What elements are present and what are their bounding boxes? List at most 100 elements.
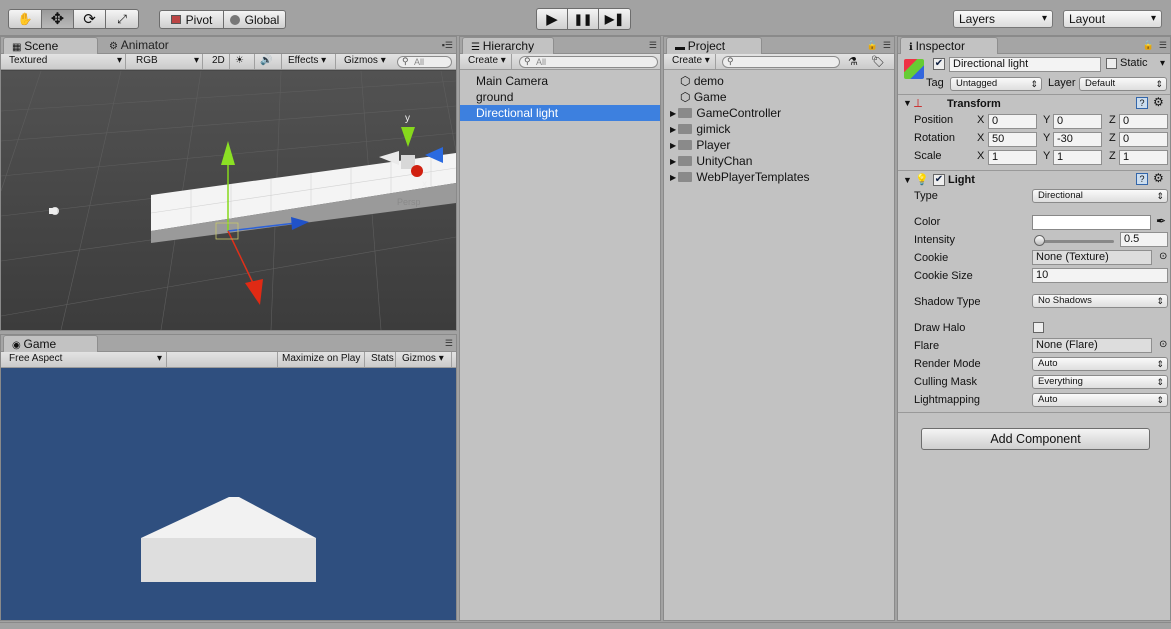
expand-arrow-icon[interactable]: ▶ [670, 141, 678, 150]
transform-z-field[interactable]: 0 [1119, 132, 1168, 147]
project-folder-item[interactable]: ▶ WebPlayerTemplates [670, 169, 810, 185]
cookie-label: Cookie [914, 252, 949, 264]
global-button[interactable]: Global [223, 10, 286, 29]
tab-game[interactable]: ◉ Game [3, 335, 98, 352]
tag-dropdown[interactable]: Untagged [950, 77, 1042, 91]
global-label: Global [244, 12, 280, 27]
render-mode-dropdown[interactable]: Auto [1032, 357, 1168, 371]
light-enabled-checkbox[interactable]: ✔ [933, 174, 945, 186]
hierarchy-create-dropdown[interactable]: Create ▾ [464, 54, 512, 69]
layer-dropdown[interactable]: Default [1079, 77, 1167, 91]
transform-x-field[interactable]: 1 [988, 150, 1037, 165]
intensity-slider-track[interactable] [1034, 240, 1114, 243]
object-picker-icon[interactable]: ⊙ [1159, 251, 1167, 262]
play-button[interactable]: ▶ [536, 8, 568, 30]
lock-icon[interactable]: 🔒 [867, 40, 878, 51]
project-folder-item[interactable]: ▶ GameController [670, 105, 781, 121]
color-swatch[interactable] [1032, 215, 1151, 230]
static-dropdown-arrow-icon[interactable]: ▾ [1160, 58, 1165, 69]
hierarchy-item[interactable]: Directional light [460, 105, 660, 121]
help-icon[interactable]: ? [1136, 173, 1148, 185]
project-scene-item[interactable]: ⬡ demo [680, 73, 724, 89]
tab-animator[interactable]: ⚙ Animator [101, 37, 177, 54]
panel-menu-icon[interactable]: ☰ [649, 40, 657, 51]
type-dropdown[interactable]: Directional [1032, 189, 1168, 203]
hand-tool-button[interactable]: ✋ [8, 9, 42, 29]
cookie-size-field[interactable]: 10 [1032, 268, 1168, 283]
intensity-slider-thumb[interactable] [1033, 235, 1045, 246]
panel-menu-icon[interactable]: ☰ [445, 338, 453, 349]
lock-icon[interactable]: 🔒 [1143, 40, 1154, 51]
object-picker-icon[interactable]: ⊙ [1159, 339, 1167, 350]
project-folder-item[interactable]: ▶ gimick [670, 121, 730, 137]
flare-field[interactable]: None (Flare) [1032, 338, 1152, 353]
layers-dropdown[interactable]: Layers [953, 10, 1053, 28]
hierarchy-item[interactable]: ground [460, 89, 660, 105]
panel-menu-icon[interactable]: ☰ [883, 40, 891, 51]
lighting-toggle[interactable]: ☀ [231, 54, 255, 69]
layout-dropdown[interactable]: Layout [1063, 10, 1162, 28]
maximize-on-play-toggle[interactable]: Maximize on Play [277, 352, 365, 367]
expand-arrow-icon[interactable]: ▶ [670, 125, 678, 134]
project-create-dropdown[interactable]: Create ▾ [668, 54, 716, 69]
move-tool-button[interactable]: ✥ [41, 9, 74, 29]
game-gizmos-dropdown[interactable]: Gizmos ▾ [398, 352, 452, 367]
step-button[interactable]: ▶❚ [598, 8, 631, 30]
tab-hierarchy[interactable]: ☰ Hierarchy [462, 37, 554, 54]
foldout-arrow-icon[interactable]: ▼ [903, 175, 912, 185]
expand-arrow-icon[interactable]: ▶ [670, 157, 678, 166]
hierarchy-item[interactable]: Main Camera [460, 73, 660, 89]
lightmapping-dropdown[interactable]: Auto [1032, 393, 1168, 407]
active-checkbox[interactable]: ✔ [933, 58, 945, 70]
project-folder-item[interactable]: ▶ Player [670, 137, 730, 153]
render-mode-dropdown[interactable]: RGB ▾ [132, 54, 203, 69]
eyedropper-icon[interactable]: ✒ [1156, 214, 1166, 228]
filter-type-icon[interactable]: ⚗ [848, 55, 858, 68]
transform-y-field[interactable]: 1 [1053, 150, 1102, 165]
stats-toggle[interactable]: Stats [367, 352, 396, 367]
transform-y-field[interactable]: 0 [1053, 114, 1102, 129]
static-checkbox[interactable] [1106, 58, 1117, 69]
project-scene-item[interactable]: ⬡ Game [680, 89, 727, 105]
transform-x-field[interactable]: 50 [988, 132, 1037, 147]
expand-arrow-icon[interactable]: ▶ [670, 109, 678, 118]
foldout-arrow-icon[interactable]: ▼ [903, 98, 912, 108]
expand-arrow-icon[interactable]: ▶ [670, 173, 678, 182]
gear-icon[interactable]: ⚙ [1153, 95, 1164, 109]
rotate-tool-button[interactable]: ⟳ [73, 9, 106, 29]
2d-toggle[interactable]: 2D [208, 54, 230, 69]
audio-toggle[interactable]: 🔊 [256, 54, 282, 69]
shadow-type-dropdown[interactable]: No Shadows [1032, 294, 1168, 308]
draw-halo-checkbox[interactable] [1033, 322, 1044, 333]
filter-label-icon[interactable]: 🏷 [871, 55, 885, 68]
cookie-field[interactable]: None (Texture) [1032, 250, 1152, 265]
transform-x-field[interactable]: 0 [988, 114, 1037, 129]
tab-scene[interactable]: ▦ Scene [3, 37, 98, 54]
help-icon[interactable]: ? [1136, 97, 1148, 109]
tab-project[interactable]: ▬ Project [666, 37, 762, 54]
add-component-button[interactable]: Add Component [921, 428, 1150, 450]
panel-menu-icon[interactable]: ▪☰ [442, 40, 453, 51]
object-name-field[interactable]: Directional light [949, 57, 1101, 72]
scene-viewport[interactable]: y x Persp [1, 71, 456, 330]
hierarchy-search[interactable]: All [519, 56, 658, 68]
project-search[interactable] [722, 56, 840, 68]
gizmos-dropdown[interactable]: Gizmos ▾ [340, 54, 392, 69]
scale-tool-button[interactable]: ⤢ [105, 9, 139, 29]
effects-dropdown[interactable]: Effects ▾ [284, 54, 336, 69]
gear-icon[interactable]: ⚙ [1153, 171, 1164, 185]
transform-y-field[interactable]: -30 [1053, 132, 1102, 147]
pause-button[interactable]: ❚❚ [567, 8, 599, 30]
light-icon[interactable] [49, 207, 59, 215]
pivot-button[interactable]: Pivot [159, 10, 224, 29]
panel-menu-icon[interactable]: ☰ [1159, 40, 1167, 51]
transform-z-field[interactable]: 0 [1119, 114, 1168, 129]
shading-dropdown[interactable]: Textured ▾ [5, 54, 126, 69]
scene-search[interactable]: All [397, 56, 452, 68]
culling-mask-dropdown[interactable]: Everything [1032, 375, 1168, 389]
aspect-dropdown[interactable]: Free Aspect ▾ [5, 352, 167, 367]
project-folder-item[interactable]: ▶ UnityChan [670, 153, 752, 169]
intensity-field[interactable]: 0.5 [1120, 232, 1168, 247]
transform-z-field[interactable]: 1 [1119, 150, 1168, 165]
tab-inspector[interactable]: ℹ Inspector [900, 37, 998, 54]
